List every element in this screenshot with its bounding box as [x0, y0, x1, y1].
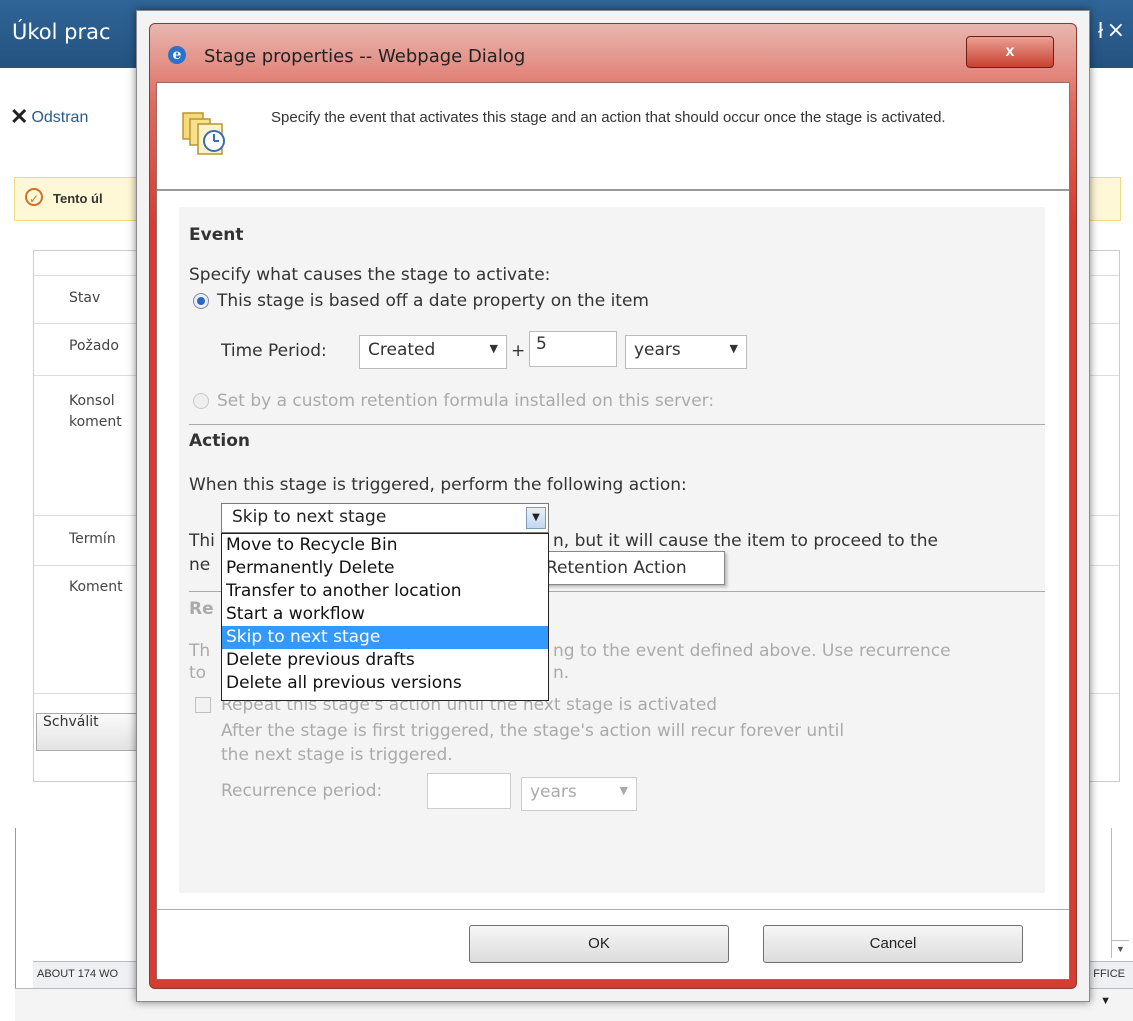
recurrence-desc-line1-end: ng to the event defined above. Use recur… [553, 641, 951, 661]
approve-button[interactable]: Schválit [36, 713, 144, 751]
background-page-title: Úkol prac [12, 20, 111, 44]
action-select[interactable]: Skip to next stage ▼ [221, 503, 549, 533]
recurrence-desc-line1-start: Th [189, 641, 211, 661]
dialog-header: Specify the event that activates this st… [157, 83, 1069, 189]
recurrence-desc-line2-start: to [189, 663, 207, 683]
status-right-text: FFICE [1093, 968, 1125, 980]
recurrence-help-line1: After the stage is first triggered, the … [221, 721, 845, 741]
dialog-content: Specify the event that activates this st… [156, 82, 1070, 980]
dropdown-option[interactable]: Delete all previous versions [222, 672, 548, 695]
form-label-requested: Požado [69, 338, 119, 354]
date-property-value: Created [368, 340, 436, 360]
event-prompt: Specify what causes the stage to activat… [189, 265, 551, 285]
word-count: ABOUT 174 WO [37, 968, 119, 980]
remove-button[interactable]: ✕ Odstran [10, 104, 88, 130]
recurrence-period-label: Recurrence period: [221, 781, 383, 801]
internet-explorer-icon: e [168, 46, 186, 64]
period-unit-value: years [634, 340, 681, 360]
action-section-title: Action [189, 431, 250, 451]
dropdown-option-selected[interactable]: Skip to next stage [222, 626, 548, 649]
stage-documents-icon [182, 112, 225, 155]
event-section-title: Event [189, 225, 244, 245]
dropdown-option[interactable]: Move to Recycle Bin [222, 534, 548, 557]
form-label-status: Stav [69, 290, 101, 306]
dropdown-option[interactable]: Delete previous drafts [222, 649, 548, 672]
banner-text: Tento úl [53, 191, 103, 206]
form-label-comments: koment [69, 414, 122, 430]
section-divider [189, 424, 1045, 425]
remove-icon: ✕ [10, 104, 29, 129]
form-label-consolidated: Konsol [69, 393, 115, 409]
dialog-titlebar[interactable]: e Stage properties -- Webpage Dialog x [150, 24, 1076, 82]
check-circle-icon: ✓ [25, 188, 43, 206]
date-property-radio[interactable] [193, 293, 209, 309]
repeat-action-checkbox[interactable] [195, 697, 211, 713]
background-close-icon[interactable]: × [1107, 18, 1125, 43]
action-dropdown-list[interactable]: Move to Recycle Bin Permanently Delete T… [221, 533, 549, 701]
stage-properties-dialog: e Stage properties -- Webpage Dialog x S… [136, 10, 1090, 1002]
background-help-icon[interactable]: ł [1098, 18, 1103, 44]
ok-button[interactable]: OK [469, 925, 729, 963]
header-divider [157, 189, 1069, 191]
chevron-down-icon: ▼ [619, 784, 628, 797]
cancel-button[interactable]: Cancel [763, 925, 1023, 963]
dialog-title: Stage properties -- Webpage Dialog [204, 46, 526, 67]
date-property-select[interactable]: Created ▼ [359, 335, 507, 369]
recurrence-help-line2: the next stage is triggered. [221, 745, 453, 765]
remove-label: Odstran [31, 109, 89, 126]
dropdown-arrow-icon[interactable]: ▼ [1100, 995, 1111, 1007]
period-unit-select[interactable]: years ▼ [625, 335, 747, 369]
action-description-end: n, but it will cause the item to proceed… [553, 531, 938, 551]
dropdown-option[interactable]: Permanently Delete [222, 557, 548, 580]
recurrence-period-input[interactable] [427, 773, 511, 809]
chevron-down-icon: ▼ [729, 342, 738, 355]
dialog-frame: e Stage properties -- Webpage Dialog x S… [149, 23, 1077, 989]
action-selected-value: Skip to next stage [232, 507, 387, 527]
chevron-down-icon[interactable]: ▼ [526, 507, 546, 529]
scroll-down-icon[interactable]: ▼ [1112, 940, 1129, 958]
action-description-line2: ne [189, 555, 211, 575]
form-label-comment: Koment [69, 579, 123, 595]
recurrence-unit-select[interactable]: years ▼ [521, 777, 637, 811]
retention-action-tooltip: Retention Action [541, 551, 725, 585]
date-property-label: This stage is based off a date property … [217, 291, 649, 311]
time-period-label: Time Period: [221, 341, 327, 361]
footer-divider [157, 909, 1069, 910]
dialog-close-button[interactable]: x [966, 36, 1054, 68]
dropdown-option[interactable]: Start a workflow [222, 603, 548, 626]
chevron-down-icon: ▼ [489, 342, 498, 355]
custom-formula-label: Set by a custom retention formula instal… [217, 391, 715, 411]
dialog-body: Event Specify what causes the stage to a… [179, 207, 1045, 893]
form-label-deadline: Termín [69, 531, 116, 547]
dialog-description: Specify the event that activates this st… [271, 109, 946, 126]
recurrence-section-title: Re [189, 599, 214, 619]
dropdown-option[interactable]: Transfer to another location [222, 580, 548, 603]
action-description-start: Thi [189, 531, 215, 551]
custom-formula-radio[interactable] [193, 393, 209, 409]
recurrence-unit-value: years [530, 782, 577, 802]
editor-scrollbar[interactable]: ▼ [1111, 828, 1129, 958]
plus-sign: + [511, 341, 526, 361]
period-amount-input[interactable]: 5 [529, 331, 617, 367]
recurrence-desc-line2-end: n. [553, 663, 570, 683]
action-prompt: When this stage is triggered, perform th… [189, 475, 687, 495]
